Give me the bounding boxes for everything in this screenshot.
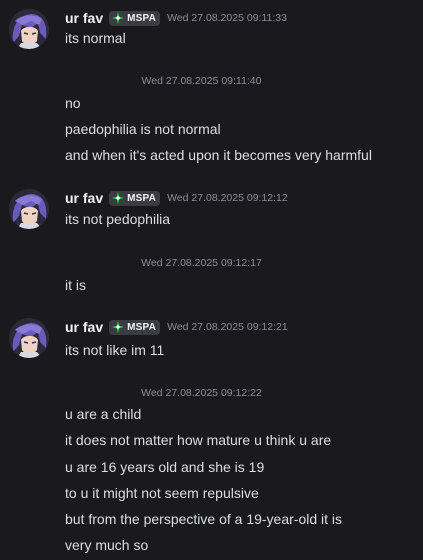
avatar-image — [9, 318, 49, 358]
message-text: its normal — [65, 30, 126, 46]
message-text: its not like im 11 — [65, 342, 165, 358]
user-avatar[interactable] — [9, 9, 49, 49]
message-text: to u it might not seem repulsive — [65, 485, 259, 501]
message-text: it does not matter how mature u think u … — [65, 432, 332, 448]
message-timestamp[interactable]: Wed 27.08.2025 09:12:21 — [167, 321, 288, 333]
message-text: it is — [65, 277, 86, 293]
sparkle-icon — [112, 192, 125, 204]
message-timestamp[interactable]: Wed 27.08.2025 09:12:17 — [0, 257, 403, 269]
guild-tag-label: MSPA — [127, 321, 157, 333]
message-text: very much so — [65, 537, 149, 553]
message-text: and when it's acted upon it becomes very… — [65, 147, 372, 163]
guild-tag-label: MSPA — [127, 192, 157, 204]
message-header: ur fav MSPA Wed 27.08.2025 09:11:33 — [65, 9, 287, 27]
guild-tag-label: MSPA — [127, 12, 157, 24]
username[interactable]: ur fav — [65, 319, 103, 335]
guild-tag[interactable]: MSPA — [109, 10, 161, 26]
message-header: ur fav MSPA Wed 27.08.2025 09:12:12 — [65, 189, 288, 207]
message-text: its not pedophilia — [65, 211, 171, 227]
message-text: but from the perspective of a 19-year-ol… — [65, 511, 343, 527]
username[interactable]: ur fav — [65, 10, 103, 26]
message-text: no — [65, 95, 81, 111]
message-timestamp[interactable]: Wed 27.08.2025 09:11:40 — [0, 75, 403, 87]
user-avatar[interactable] — [9, 189, 49, 229]
sparkle-icon — [112, 321, 125, 333]
message-text: paedophilia is not normal — [65, 121, 221, 137]
username[interactable]: ur fav — [65, 190, 103, 206]
user-avatar[interactable] — [9, 318, 49, 358]
message-timestamp[interactable]: Wed 27.08.2025 09:11:33 — [167, 12, 287, 24]
guild-tag[interactable]: MSPA — [109, 319, 161, 335]
message-text: u are a child — [65, 406, 142, 422]
message-text: u are 16 years old and she is 19 — [65, 459, 265, 475]
message-timestamp[interactable]: Wed 27.08.2025 09:12:12 — [167, 192, 288, 204]
avatar-image — [9, 189, 49, 229]
guild-tag[interactable]: MSPA — [109, 190, 161, 206]
message-header: ur fav MSPA Wed 27.08.2025 09:12:21 — [65, 318, 288, 336]
chat-log: ur fav MSPA Wed 27.08.2025 09:11:33 its … — [0, 0, 423, 560]
sparkle-icon — [112, 12, 125, 24]
avatar-image — [9, 9, 49, 49]
message-timestamp[interactable]: Wed 27.08.2025 09:12:22 — [0, 387, 403, 399]
